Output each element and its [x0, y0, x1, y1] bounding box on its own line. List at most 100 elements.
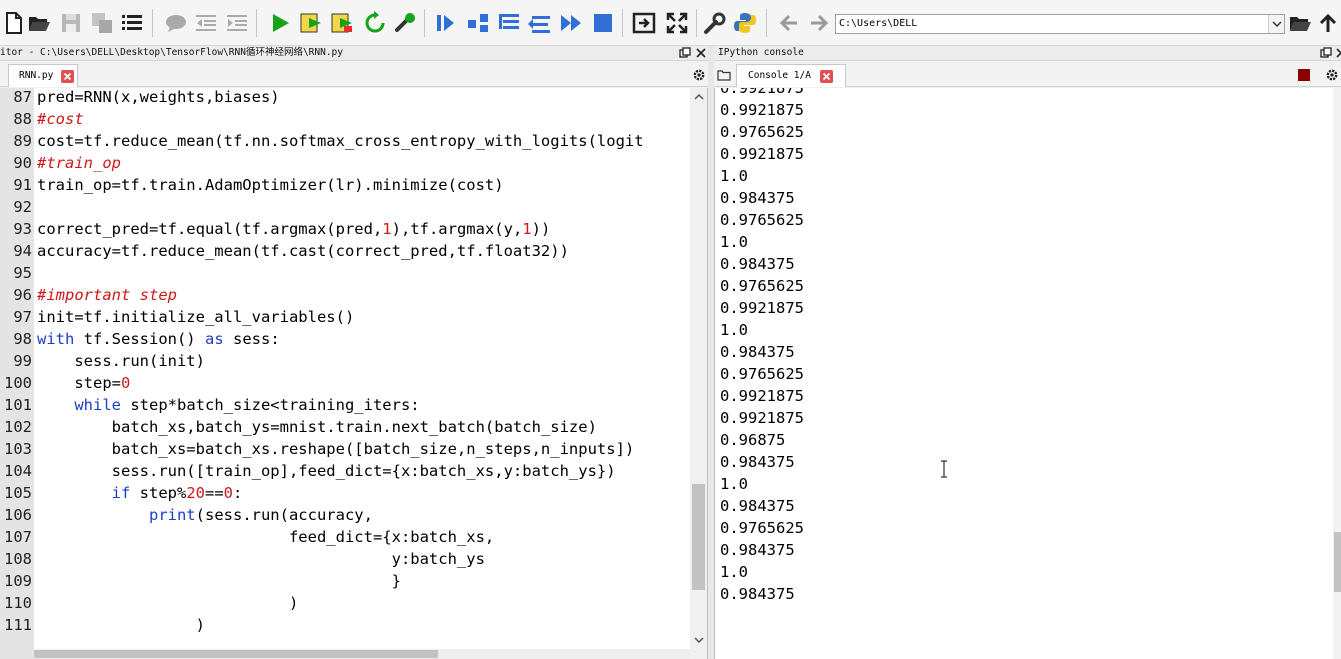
- scrollbar-thumb[interactable]: [34, 650, 438, 658]
- undock-icon[interactable]: [679, 47, 691, 59]
- code-line[interactable]: batch_xs=batch_xs.reshape([batch_size,n_…: [37, 440, 635, 458]
- stop-kernel-icon[interactable]: [1297, 68, 1311, 82]
- code-line[interactable]: while step*batch_size<training_iters:: [37, 396, 419, 414]
- code-keyword: if: [111, 484, 131, 502]
- console-pane-label: IPython console: [718, 47, 804, 58]
- code-line[interactable]: feed_dict={x:batch_xs,: [37, 528, 494, 546]
- scrollbar-thumb[interactable]: [692, 484, 705, 590]
- folder-icon[interactable]: [27, 11, 51, 35]
- wrench-icon[interactable]: [394, 11, 418, 35]
- tab-label: RNN.py: [19, 70, 54, 81]
- console-output-line: 0.9921875: [720, 101, 804, 119]
- gear-icon[interactable]: [692, 68, 706, 82]
- code-token: )): [531, 220, 551, 238]
- gear-icon[interactable]: [1325, 68, 1339, 82]
- code-token: batch_xs,batch_ys=mnist.train.next_batch…: [37, 418, 597, 436]
- arrow-right-icon[interactable]: [807, 11, 831, 35]
- code-line[interactable]: }: [37, 572, 401, 590]
- code-line[interactable]: #train_op: [37, 154, 121, 172]
- working-directory-combobox[interactable]: C:\Users\DELL: [835, 14, 1285, 34]
- scrollbar-thumb[interactable]: [1334, 532, 1341, 592]
- code-line[interactable]: print(sess.run(accuracy,: [37, 506, 373, 524]
- code-number: 1: [522, 220, 532, 238]
- code-line[interactable]: cost=tf.reduce_mean(tf.nn.softmax_cross_…: [37, 132, 644, 150]
- debug-step-icon[interactable]: [434, 11, 458, 35]
- fullscreen-icon[interactable]: [665, 11, 689, 35]
- stop-icon[interactable]: [591, 11, 615, 35]
- code-line[interactable]: step=0: [37, 374, 130, 392]
- indent-icon[interactable]: [225, 11, 249, 35]
- play-icon[interactable]: [268, 11, 292, 35]
- code-line[interactable]: ): [37, 594, 298, 612]
- code-line[interactable]: sess.run([train_op],feed_dict={x:batch_x…: [37, 462, 616, 480]
- code-line[interactable]: init=tf.initialize_all_variables(): [37, 308, 354, 326]
- fast-forward-icon[interactable]: [559, 11, 583, 35]
- console-output-line: 0.9765625: [720, 365, 804, 383]
- unindent-icon[interactable]: [194, 11, 218, 35]
- code-line[interactable]: train_op=tf.train.AdamOptimizer(lr).mini…: [37, 176, 504, 194]
- save-all-icon[interactable]: [90, 11, 114, 35]
- arrow-up-icon[interactable]: [1316, 11, 1340, 35]
- speech-bubble-icon[interactable]: [164, 11, 188, 35]
- editor-vertical-scrollbar[interactable]: [690, 88, 707, 659]
- code-number: 1: [382, 220, 392, 238]
- python-logo-icon[interactable]: [733, 11, 757, 35]
- list-icon[interactable]: [120, 11, 144, 35]
- arrow-left-icon[interactable]: [777, 11, 801, 35]
- folder-outline-icon[interactable]: [717, 68, 731, 82]
- rerun-icon[interactable]: [363, 11, 387, 35]
- wrench-icon[interactable]: [703, 11, 727, 35]
- close-icon[interactable]: [1335, 47, 1341, 59]
- code-line[interactable]: #important step: [37, 286, 177, 304]
- code-line[interactable]: #cost: [37, 110, 84, 128]
- tab-console-1a[interactable]: Console 1/A: [736, 64, 846, 87]
- chevron-down-icon[interactable]: [1268, 15, 1284, 33]
- code-line[interactable]: correct_pred=tf.equal(tf.argmax(pred,1),…: [37, 220, 550, 238]
- code-keyword: with: [37, 330, 75, 348]
- code-line[interactable]: ): [37, 616, 205, 634]
- code-number: 0: [121, 374, 131, 392]
- code-line[interactable]: with tf.Session() as sess:: [37, 330, 280, 348]
- code-keyword: print: [148, 506, 196, 524]
- undock-icon[interactable]: [1320, 47, 1332, 59]
- code-token: }: [37, 572, 401, 590]
- code-token: (sess.run(accuracy,: [195, 506, 373, 524]
- run-cell-advance-icon[interactable]: [331, 11, 355, 35]
- folder-icon[interactable]: [1288, 11, 1312, 35]
- console-output-line: 1.0: [720, 233, 748, 251]
- step-icon[interactable]: [466, 11, 490, 35]
- new-file-icon[interactable]: [2, 11, 26, 35]
- console-output-line: 0.984375: [720, 343, 795, 361]
- step-into-icon[interactable]: [497, 11, 521, 35]
- working-directory-value: C:\Users\DELL: [839, 18, 918, 29]
- scroll-down-icon[interactable]: [692, 633, 706, 647]
- close-tab-icon[interactable]: [61, 70, 74, 83]
- scroll-up-icon[interactable]: [692, 90, 706, 104]
- close-tab-icon[interactable]: [820, 70, 833, 83]
- console-output-line: 0.984375: [720, 255, 795, 273]
- tab-rnn-py[interactable]: RNN.py: [8, 64, 78, 87]
- run-cell-icon[interactable]: [300, 11, 324, 35]
- console-output-line: 1.0: [720, 321, 748, 339]
- close-icon[interactable]: [695, 47, 707, 59]
- code-area[interactable]: pred=RNN(x,weights,biases) #cost cost=tf.r…: [0, 88, 681, 659]
- console-output-line: 0.9921875: [720, 88, 804, 97]
- editor-horizontal-scrollbar[interactable]: [34, 649, 690, 659]
- save-icon[interactable]: [59, 11, 83, 35]
- code-line[interactable]: batch_xs,batch_ys=mnist.train.next_batch…: [37, 418, 597, 436]
- code-line[interactable]: pred=RNN(x,weights,biases): [37, 88, 280, 106]
- console-vertical-scrollbar[interactable]: [1333, 88, 1341, 659]
- code-token: tf.Session(): [74, 330, 205, 348]
- code-line[interactable]: y:batch_ys: [37, 550, 485, 568]
- ipython-console-output[interactable]: 0.9921875 0.9921875 0.9765625 0.9921875 1.0 0…: [714, 88, 1341, 659]
- code-editor[interactable]: 87 88 89 90 91 92 93 94 95 96 97 98 99 100 101 102 103 10…: [0, 88, 708, 659]
- console-output-line: 0.9765625: [720, 123, 804, 141]
- step-return-icon[interactable]: [528, 11, 552, 35]
- code-line[interactable]: if step%20==0:: [37, 484, 243, 502]
- console-output-line: 0.96875: [720, 431, 786, 449]
- code-line[interactable]: sess.run(init): [37, 352, 205, 370]
- code-token: accuracy=tf.reduce_mean(tf.cast(correct_…: [37, 242, 569, 260]
- maximize-icon[interactable]: [632, 11, 656, 35]
- code-line[interactable]: accuracy=tf.reduce_mean(tf.cast(correct_…: [37, 242, 569, 260]
